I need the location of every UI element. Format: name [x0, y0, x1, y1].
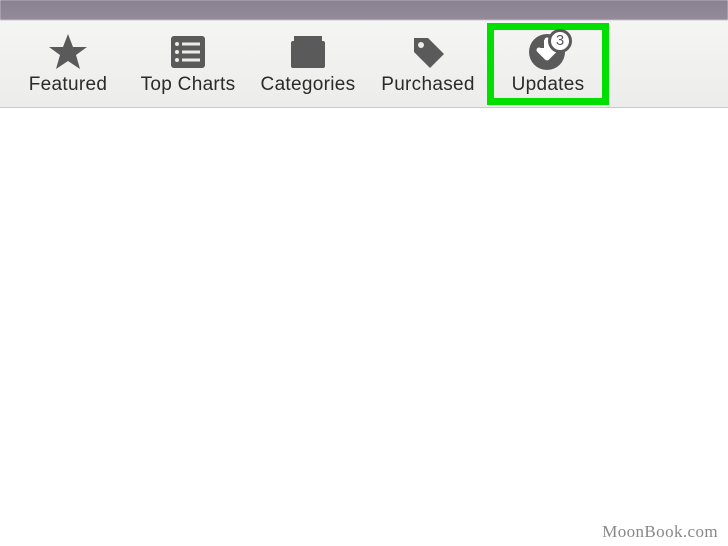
tag-icon: [410, 32, 446, 72]
window-titlebar: [0, 0, 728, 20]
star-icon: [48, 32, 88, 72]
tab-label: Top Charts: [141, 74, 236, 96]
toolbar: Featured Top Charts Categories: [0, 20, 728, 108]
tab-label: Updates: [512, 74, 585, 96]
tab-label: Featured: [29, 74, 107, 96]
tab-label: Categories: [261, 74, 356, 96]
folder-icon: [291, 32, 325, 72]
badge-count: 3: [556, 32, 564, 49]
tab-featured[interactable]: Featured: [8, 24, 128, 104]
tab-purchased[interactable]: Purchased: [368, 24, 488, 104]
tab-updates[interactable]: 3 Updates: [488, 24, 608, 104]
list-icon: [171, 32, 205, 72]
tab-categories[interactable]: Categories: [248, 24, 368, 104]
content-area: [0, 108, 728, 546]
watermark: MoonBook.com: [602, 522, 718, 542]
download-icon: 3: [527, 32, 569, 72]
tab-label: Purchased: [381, 74, 475, 96]
tab-top-charts[interactable]: Top Charts: [128, 24, 248, 104]
updates-count-badge: 3: [548, 29, 572, 53]
